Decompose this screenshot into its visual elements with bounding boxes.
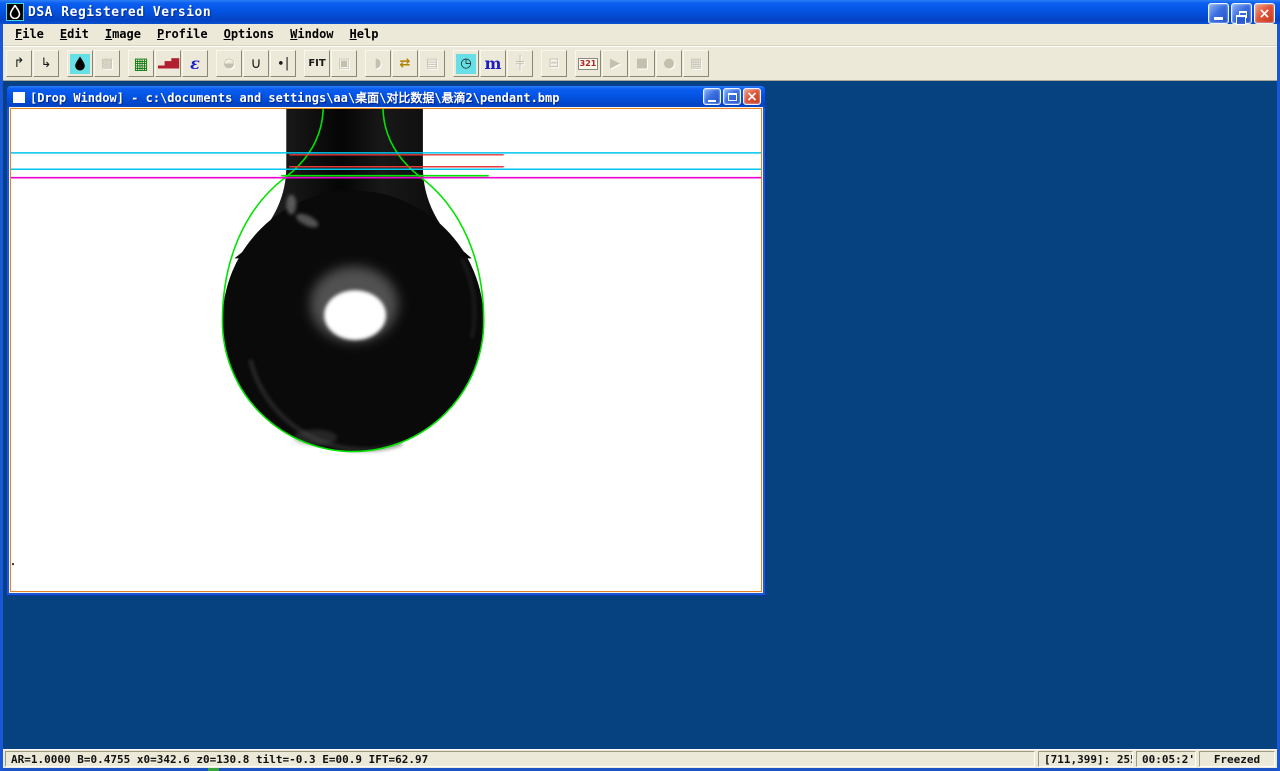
- stopwatch-icon: ◷: [456, 54, 476, 74]
- phase-detection-button: ◒: [216, 50, 242, 77]
- dosing-button: ╪: [507, 50, 533, 77]
- baseline-tool-button[interactable]: ∙|: [270, 50, 296, 77]
- zoom-frame-icon: ▣: [334, 54, 354, 74]
- minimize-icon: [1214, 17, 1223, 20]
- status-measurements: AR=1.0000 B=0.4755 x0=342.6 z0=130.8 til…: [5, 751, 1035, 767]
- record-button: ●: [656, 50, 682, 77]
- app-title: DSA Registered Version: [28, 5, 211, 20]
- pendant-drop-image: [11, 109, 761, 591]
- table-icon: ▦: [131, 54, 151, 74]
- profile-extraction-button[interactable]: ∪: [243, 50, 269, 77]
- record-icon: ●: [659, 54, 679, 74]
- menu-profile[interactable]: Profile: [149, 25, 216, 44]
- fit-tool-button[interactable]: FIT: [304, 50, 330, 77]
- timer-button[interactable]: ◷: [453, 50, 479, 77]
- main-titlebar[interactable]: DSA Registered Version ×: [0, 0, 1280, 24]
- drop-window-minimize-button[interactable]: [703, 88, 721, 105]
- printer-icon: ⊟: [544, 54, 564, 74]
- sessile-drop-icon: ◗: [368, 54, 388, 74]
- drop-window-icon: [13, 92, 25, 103]
- zoom-window-button: ▣: [331, 50, 357, 77]
- video-counter-icon: 321: [578, 58, 599, 70]
- play-button: ▶: [602, 50, 628, 77]
- menu-options[interactable]: Options: [216, 25, 283, 44]
- stop-button: ■: [629, 50, 655, 77]
- baseline-icon: ∙|: [273, 54, 293, 74]
- drop-window-title: [Drop Window] - c:\documents and setting…: [30, 89, 559, 106]
- drop-outline-icon: ∪: [246, 54, 266, 74]
- restore-icon: [1239, 11, 1247, 18]
- play-icon: ▶: [605, 54, 625, 74]
- menu-file[interactable]: File: [7, 25, 52, 44]
- open-image-button[interactable]: ↱: [6, 50, 32, 77]
- print-button: ⊟: [541, 50, 567, 77]
- status-timer: 00:05:2': [1136, 751, 1196, 767]
- result-table-button[interactable]: ▦: [128, 50, 154, 77]
- frame-grabber-button: ▩: [94, 50, 120, 77]
- mdi-client-area: [Drop Window] - c:\documents and setting…: [6, 82, 1274, 749]
- frame-table-icon: ▦: [686, 54, 706, 74]
- specular-highlight: [324, 290, 386, 340]
- menu-edit[interactable]: Edit: [52, 25, 97, 44]
- clipboard-icon: ▤: [422, 54, 442, 74]
- frame-table-button: ▦: [683, 50, 709, 77]
- restore-button[interactable]: [1231, 3, 1252, 24]
- status-pixel-readout: [711,399]: 255: [1038, 751, 1133, 767]
- status-state: Freezed: [1199, 751, 1275, 767]
- sessile-drop-button: ◗: [365, 50, 391, 77]
- drop-image-area[interactable]: [10, 108, 762, 592]
- menubar: File Edit Image Profile Options Window H…: [3, 24, 1277, 46]
- epsilon-icon: ε: [185, 54, 205, 74]
- dsa-drop-icon: [70, 54, 90, 74]
- bar-chart-icon: ▂▅▇: [158, 54, 178, 74]
- drop-window-close-button[interactable]: ×: [743, 88, 761, 105]
- copy-results-button: ▤: [419, 50, 445, 77]
- menu-image[interactable]: Image: [97, 25, 149, 44]
- minimize-icon: [708, 100, 716, 102]
- menu-help[interactable]: Help: [342, 25, 387, 44]
- app-logo-icon: [6, 3, 24, 21]
- toolbar: ↱ ↳ ▩ ▦ ▂▅▇ ε ◒ ∪ ∙| FIT ▣ ◗ ⇄ ▤ ◷ m ╪ ⊟…: [3, 46, 1277, 81]
- open-image-icon: ↱: [9, 54, 29, 74]
- drop-window-maximize-button[interactable]: [723, 88, 741, 105]
- mirror-profile-button[interactable]: ⇄: [392, 50, 418, 77]
- menu-window[interactable]: Window: [282, 25, 341, 44]
- stop-icon: ■: [632, 54, 652, 74]
- fit-label: FIT: [307, 54, 327, 74]
- close-icon: ×: [1259, 7, 1271, 21]
- drop-window-titlebar[interactable]: [Drop Window] - c:\documents and setting…: [7, 86, 765, 108]
- syringe-icon: ╪: [510, 54, 530, 74]
- dsa-drop-analysis-button[interactable]: [67, 50, 93, 77]
- minimize-button[interactable]: [1208, 3, 1229, 24]
- save-image-button[interactable]: ↳: [33, 50, 59, 77]
- magnification-button[interactable]: m: [480, 50, 506, 77]
- magnification-icon: m: [483, 54, 503, 74]
- maximize-icon: [728, 93, 737, 101]
- video-sequence-button[interactable]: 321: [575, 50, 601, 77]
- close-button[interactable]: ×: [1254, 3, 1275, 24]
- save-image-icon: ↳: [36, 54, 56, 74]
- frame-grabber-icon: ▩: [97, 54, 117, 74]
- statusbar: AR=1.0000 B=0.4755 x0=342.6 z0=130.8 til…: [3, 749, 1277, 768]
- phase-circle-icon: ◒: [219, 54, 239, 74]
- mirror-icon: ⇄: [395, 54, 415, 74]
- close-icon: ×: [746, 90, 758, 104]
- chart-button[interactable]: ▂▅▇: [155, 50, 181, 77]
- drop-window: [Drop Window] - c:\documents and setting…: [7, 86, 765, 595]
- epsilon-tool-button[interactable]: ε: [182, 50, 208, 77]
- dsa-main-window: DSA Registered Version × File Edit Image…: [0, 0, 1280, 771]
